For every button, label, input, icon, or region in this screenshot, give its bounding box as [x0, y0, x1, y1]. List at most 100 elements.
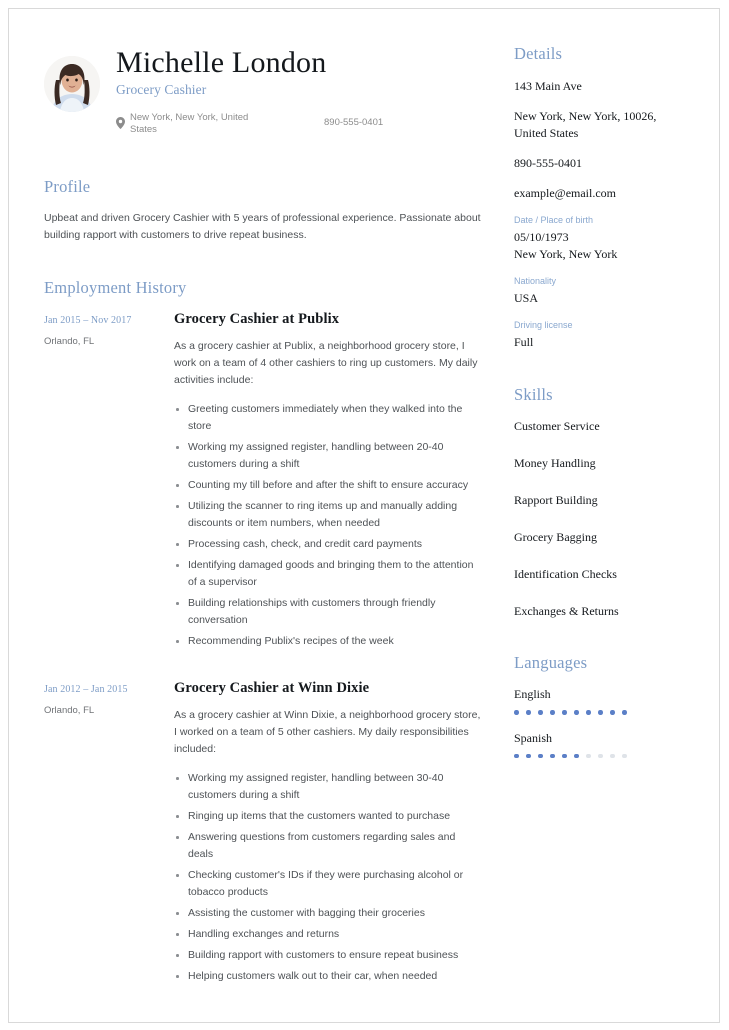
list-item: Building relationships with customers th…: [174, 595, 482, 629]
job-bullets: Working my assigned register, handling b…: [174, 770, 482, 985]
main-column: Michelle London Grocery Cashier New York…: [44, 44, 504, 1030]
job-date: Jan 2015 – Nov 2017: [44, 315, 132, 327]
header-text: Michelle London Grocery Cashier New York…: [116, 44, 383, 137]
header-job-title: Grocery Cashier: [116, 81, 207, 97]
rating-dot: [514, 710, 519, 715]
resume-content: Michelle London Grocery Cashier New York…: [0, 0, 729, 1030]
page-title: Michelle London: [116, 46, 327, 79]
list-item: Counting my till before and after the sh…: [174, 477, 482, 494]
list-item: Helping customers walk out to their car,…: [174, 968, 482, 985]
skills-heading: Skills: [514, 385, 553, 405]
details-birth-place: New York, New York: [514, 247, 618, 262]
job-body: Grocery Cashier at Publix As a grocery c…: [174, 311, 482, 654]
details-phone: 890-555-0401: [514, 156, 582, 171]
details-license-label: Driving license: [514, 320, 573, 331]
rating-dot: [550, 753, 555, 759]
rating-dot: [598, 710, 603, 715]
sidebar: Details 143 Main Ave New York, New York,…: [504, 44, 691, 1030]
skills-list: Customer Service Money Handling Rapport …: [514, 419, 691, 619]
rating-dot: [586, 753, 591, 759]
rating-dot: [622, 710, 627, 715]
details-birth-date: 05/10/1973: [514, 230, 569, 245]
languages-heading: Languages: [514, 653, 588, 673]
profile-heading: Profile: [44, 177, 91, 197]
job-bullets: Greeting customers immediately when they…: [174, 401, 482, 650]
list-item: Grocery Bagging: [514, 530, 597, 545]
details-address-line2: New York, New York, 10026, United States: [514, 109, 657, 141]
list-item: Rapport Building: [514, 493, 598, 508]
job-meta: Jan 2012 – Jan 2015 Orlando, FL: [44, 680, 174, 989]
details-nationality: Nationality USA: [514, 276, 691, 307]
contact-location: New York, New York, United States: [116, 112, 306, 138]
job-summary: As a grocery cashier at Publix, a neighb…: [174, 340, 478, 387]
job-meta: Jan 2015 – Nov 2017 Orlando, FL: [44, 311, 174, 654]
language-rating: [514, 753, 691, 759]
details-birth-label: Date / Place of birth: [514, 215, 594, 226]
list-item: Checking customer's IDs if they were pur…: [174, 867, 482, 901]
list-item: Identifying damaged goods and bringing t…: [174, 557, 482, 591]
contact-location-text: New York, New York, United States: [130, 111, 249, 136]
details-license-value: Full: [514, 335, 534, 350]
list-item: Greeting customers immediately when they…: [174, 401, 482, 435]
list-item: Handling exchanges and returns: [174, 926, 482, 943]
details-heading: Details: [514, 44, 563, 63]
profile-photo: [44, 56, 100, 112]
list-item: English: [514, 687, 691, 715]
rating-dot: [550, 710, 555, 715]
job-entry: Jan 2015 – Nov 2017 Orlando, FL Grocery …: [44, 311, 482, 654]
rating-dot: [610, 710, 615, 715]
details-address-line1: 143 Main Ave: [514, 79, 582, 93]
job-location: Orlando, FL: [44, 336, 95, 348]
employment-heading: Employment History: [44, 278, 187, 298]
details-birth: Date / Place of birth 05/10/1973 New Yor…: [514, 215, 691, 263]
resume-header: Michelle London Grocery Cashier New York…: [44, 44, 482, 137]
languages-section: Languages English Spanish: [514, 653, 691, 759]
job-body: Grocery Cashier at Winn Dixie As a groce…: [174, 680, 482, 989]
rating-dot: [538, 753, 543, 759]
rating-dot: [586, 710, 591, 715]
details-nationality-label: Nationality: [514, 276, 557, 287]
list-item: Working my assigned register, handling b…: [174, 770, 482, 804]
list-item: Processing cash, check, and credit card …: [174, 536, 482, 553]
job-location: Orlando, FL: [44, 705, 95, 717]
job-title: Grocery Cashier at Winn Dixie: [174, 680, 370, 697]
map-pin-icon: [116, 116, 125, 129]
list-item: Ringing up items that the customers want…: [174, 808, 482, 825]
contact-row: New York, New York, United States 890-55…: [116, 112, 383, 138]
list-item: Exchanges & Returns: [514, 604, 619, 619]
details-nationality-value: USA: [514, 291, 539, 306]
job-date: Jan 2012 – Jan 2015: [44, 684, 128, 696]
rating-dot: [562, 753, 567, 759]
language-name: English: [514, 687, 551, 702]
rating-dot: [622, 753, 627, 759]
details-section: Details 143 Main Ave New York, New York,…: [514, 44, 691, 351]
rating-dot: [538, 710, 543, 715]
list-item: Answering questions from customers regar…: [174, 829, 482, 863]
list-item: Assisting the customer with bagging thei…: [174, 905, 482, 922]
profile-text: Upbeat and driven Grocery Cashier with 5…: [44, 212, 481, 242]
list-item: Customer Service: [514, 419, 600, 434]
list-item: Utilizing the scanner to ring items up a…: [174, 498, 482, 532]
resume-page: Michelle London Grocery Cashier New York…: [0, 0, 729, 1030]
job-entry: Jan 2012 – Jan 2015 Orlando, FL Grocery …: [44, 680, 482, 989]
list-item: Working my assigned register, handling b…: [174, 439, 482, 473]
rating-dot: [610, 753, 615, 759]
list-item: Money Handling: [514, 456, 596, 471]
details-license: Driving license Full: [514, 320, 691, 351]
list-item: Identification Checks: [514, 567, 617, 582]
list-item: Building rapport with customers to ensur…: [174, 947, 482, 964]
job-title: Grocery Cashier at Publix: [174, 311, 340, 328]
rating-dot: [526, 753, 531, 759]
rating-dot: [598, 753, 603, 759]
list-item: Spanish: [514, 731, 691, 759]
skills-section: Skills Customer Service Money Handling R…: [514, 385, 691, 619]
list-item: Recommending Publix's recipes of the wee…: [174, 633, 482, 650]
rating-dot: [514, 753, 519, 759]
language-name: Spanish: [514, 730, 553, 745]
rating-dot: [574, 710, 579, 715]
contact-phone: 890-555-0401: [324, 116, 384, 128]
rating-dot: [526, 710, 531, 715]
details-email: example@email.com: [514, 186, 617, 201]
rating-dot: [562, 710, 567, 715]
language-rating: [514, 710, 691, 715]
